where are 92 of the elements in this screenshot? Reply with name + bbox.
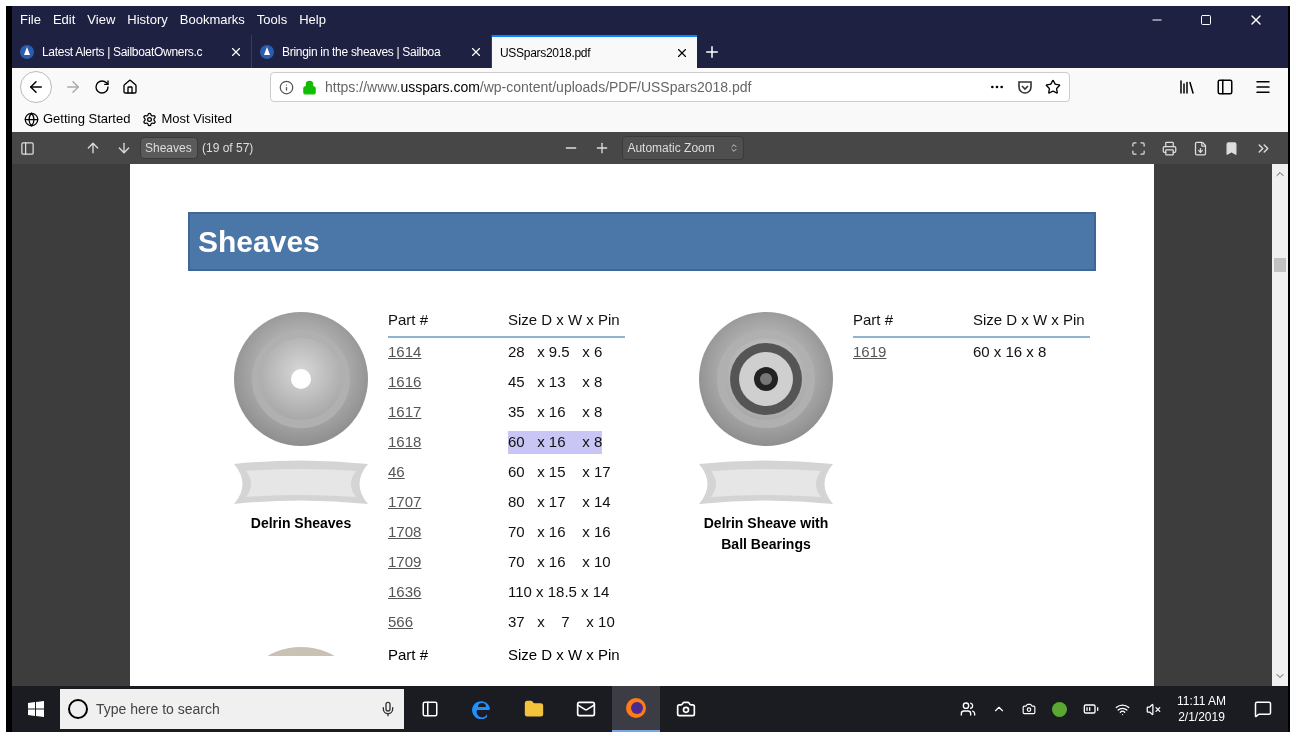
menu-item[interactable]: Tools	[256, 10, 288, 30]
page-title: Sheaves	[198, 224, 320, 260]
part-number-link[interactable]: 1619	[853, 341, 973, 364]
browser-icon	[625, 697, 647, 719]
wifi-icon[interactable]	[1115, 701, 1131, 717]
part-number-link[interactable]: 1618	[388, 431, 508, 454]
notification-icon[interactable]	[1254, 700, 1272, 718]
size-cell-text: 45 x 13 x 8	[508, 372, 603, 393]
pocket-icon[interactable]	[1017, 79, 1033, 95]
size-cell-text: 70 x 16 x 10	[508, 552, 611, 573]
menu-item[interactable]: Edit	[52, 10, 76, 30]
presentation-icon[interactable]	[1131, 140, 1146, 156]
camera-icon[interactable]	[676, 699, 696, 719]
browser-tab[interactable]: USSpars2018.pdf	[492, 35, 697, 68]
tray-camera-icon[interactable]	[1022, 702, 1037, 716]
part-number-link[interactable]: 46	[388, 461, 508, 484]
globe-icon	[24, 111, 39, 127]
column-header: Part #	[388, 310, 430, 330]
part-number-link[interactable]: 1616	[388, 371, 508, 394]
sailboat-icon	[260, 44, 274, 59]
size-cell: 60 x 16 x 8	[508, 431, 603, 454]
size-cell-text: 80 x 17 x 14	[508, 492, 611, 513]
back-button[interactable]	[20, 71, 52, 103]
part-number-link[interactable]: 1709	[388, 551, 508, 574]
volume-muted-icon[interactable]	[1146, 701, 1162, 717]
column-header: Size D x W x Pin	[508, 310, 620, 330]
menu-item[interactable]: Help	[299, 10, 326, 30]
menu-item[interactable]: Bookmarks	[179, 10, 245, 30]
library-icon[interactable]	[1178, 78, 1196, 96]
maximize-icon[interactable]	[1200, 14, 1212, 26]
sidebar-toggle-icon[interactable]	[20, 140, 35, 156]
page-number-field[interactable]: Sheaves	[140, 137, 198, 159]
home-icon[interactable]	[122, 79, 138, 95]
previous-page-icon[interactable]	[85, 140, 101, 156]
microphone-icon[interactable]	[380, 701, 396, 717]
people-icon[interactable]	[960, 701, 977, 717]
size-cell-text: 35 x 16 x 8	[508, 402, 603, 423]
gear-icon	[142, 111, 158, 127]
folder-icon[interactable]	[524, 699, 544, 719]
part-number-link[interactable]: 1636	[388, 581, 508, 604]
part-number-link[interactable]: 1614	[388, 341, 508, 364]
bookmark-item[interactable]: Most Visited	[142, 109, 233, 129]
zoom-select[interactable]: Automatic Zoom	[622, 136, 745, 160]
browser-e-icon[interactable]	[472, 699, 492, 719]
menu-icon[interactable]	[1254, 78, 1272, 96]
bookmark-star-icon[interactable]	[1045, 79, 1061, 95]
battery-icon[interactable]	[1083, 701, 1100, 717]
size-cell-text: 37 x 7 x 10	[508, 612, 615, 633]
column-header: Part #	[853, 310, 895, 330]
windows-start-icon[interactable]	[28, 701, 44, 717]
bookmark-icon[interactable]	[1224, 140, 1239, 156]
part-number-link[interactable]: 1617	[388, 401, 508, 424]
task-view-icon[interactable]	[421, 700, 439, 718]
address-bar[interactable]: https://www.usspars.com/wp-content/uploads/PDF/USSpars2018.pdf	[270, 72, 1070, 102]
lock-icon	[302, 79, 317, 95]
product-caption: Delrin Sheaves	[249, 514, 353, 533]
page-count: (19 of 57)	[202, 140, 254, 157]
part-number-link[interactable]: 566	[388, 611, 508, 634]
column-header: Size D x W x Pin	[508, 644, 620, 665]
sidebar-icon[interactable]	[1216, 78, 1234, 96]
dropdown-arrows-icon	[729, 143, 740, 153]
tab-title: Latest Alerts | SailboatOwners.c	[42, 43, 204, 61]
info-icon[interactable]	[279, 79, 294, 95]
tray-circle-icon[interactable]	[1052, 701, 1068, 717]
print-icon[interactable]	[1162, 140, 1177, 156]
column-header: Part #	[388, 644, 430, 665]
scrollbar-track[interactable]	[1272, 164, 1288, 686]
part-number-link[interactable]: 1708	[388, 521, 508, 544]
tab-title: USSpars2018.pdf	[500, 44, 592, 62]
reload-icon[interactable]	[94, 79, 110, 95]
tab-title: Bringin in the sheaves | Sailboa	[282, 43, 442, 61]
firefox-taskbar-button[interactable]	[612, 686, 660, 732]
sailboat-icon	[20, 44, 34, 59]
next-page-icon[interactable]	[116, 140, 132, 156]
menu-item[interactable]: History	[127, 10, 168, 30]
menu-item[interactable]: File	[20, 10, 41, 30]
column-header: Size D x W x Pin	[973, 310, 1085, 330]
mail-icon[interactable]	[576, 699, 596, 719]
clock[interactable]: 11:11 AM 2/1/2019	[1177, 693, 1226, 725]
scrollbar-thumb[interactable]	[1274, 258, 1286, 272]
part-number-link[interactable]: 1707	[388, 491, 508, 514]
size-cell-text: 60 x 16 x 8	[973, 342, 1047, 363]
download-icon[interactable]	[1193, 140, 1208, 156]
product-caption: Delrin Sheave with Ball Bearings	[702, 514, 830, 554]
bookmark-item[interactable]: Getting Started	[24, 109, 131, 129]
size-cell-text: 70 x 16 x 16	[508, 522, 611, 543]
size-cell-text: 110 x 18.5 x 14	[508, 582, 610, 603]
url-text: https://www.usspars.com/wp-content/uploads/PDF/USSpars2018.pdf	[325, 77, 752, 97]
menu-item[interactable]: View	[87, 10, 116, 30]
size-cell-text: 28 x 9.5 x 6	[508, 342, 603, 363]
size-cell-text: 60 x 15 x 17	[508, 462, 611, 483]
taskbar-search-field[interactable]: Type here to search	[60, 689, 404, 729]
